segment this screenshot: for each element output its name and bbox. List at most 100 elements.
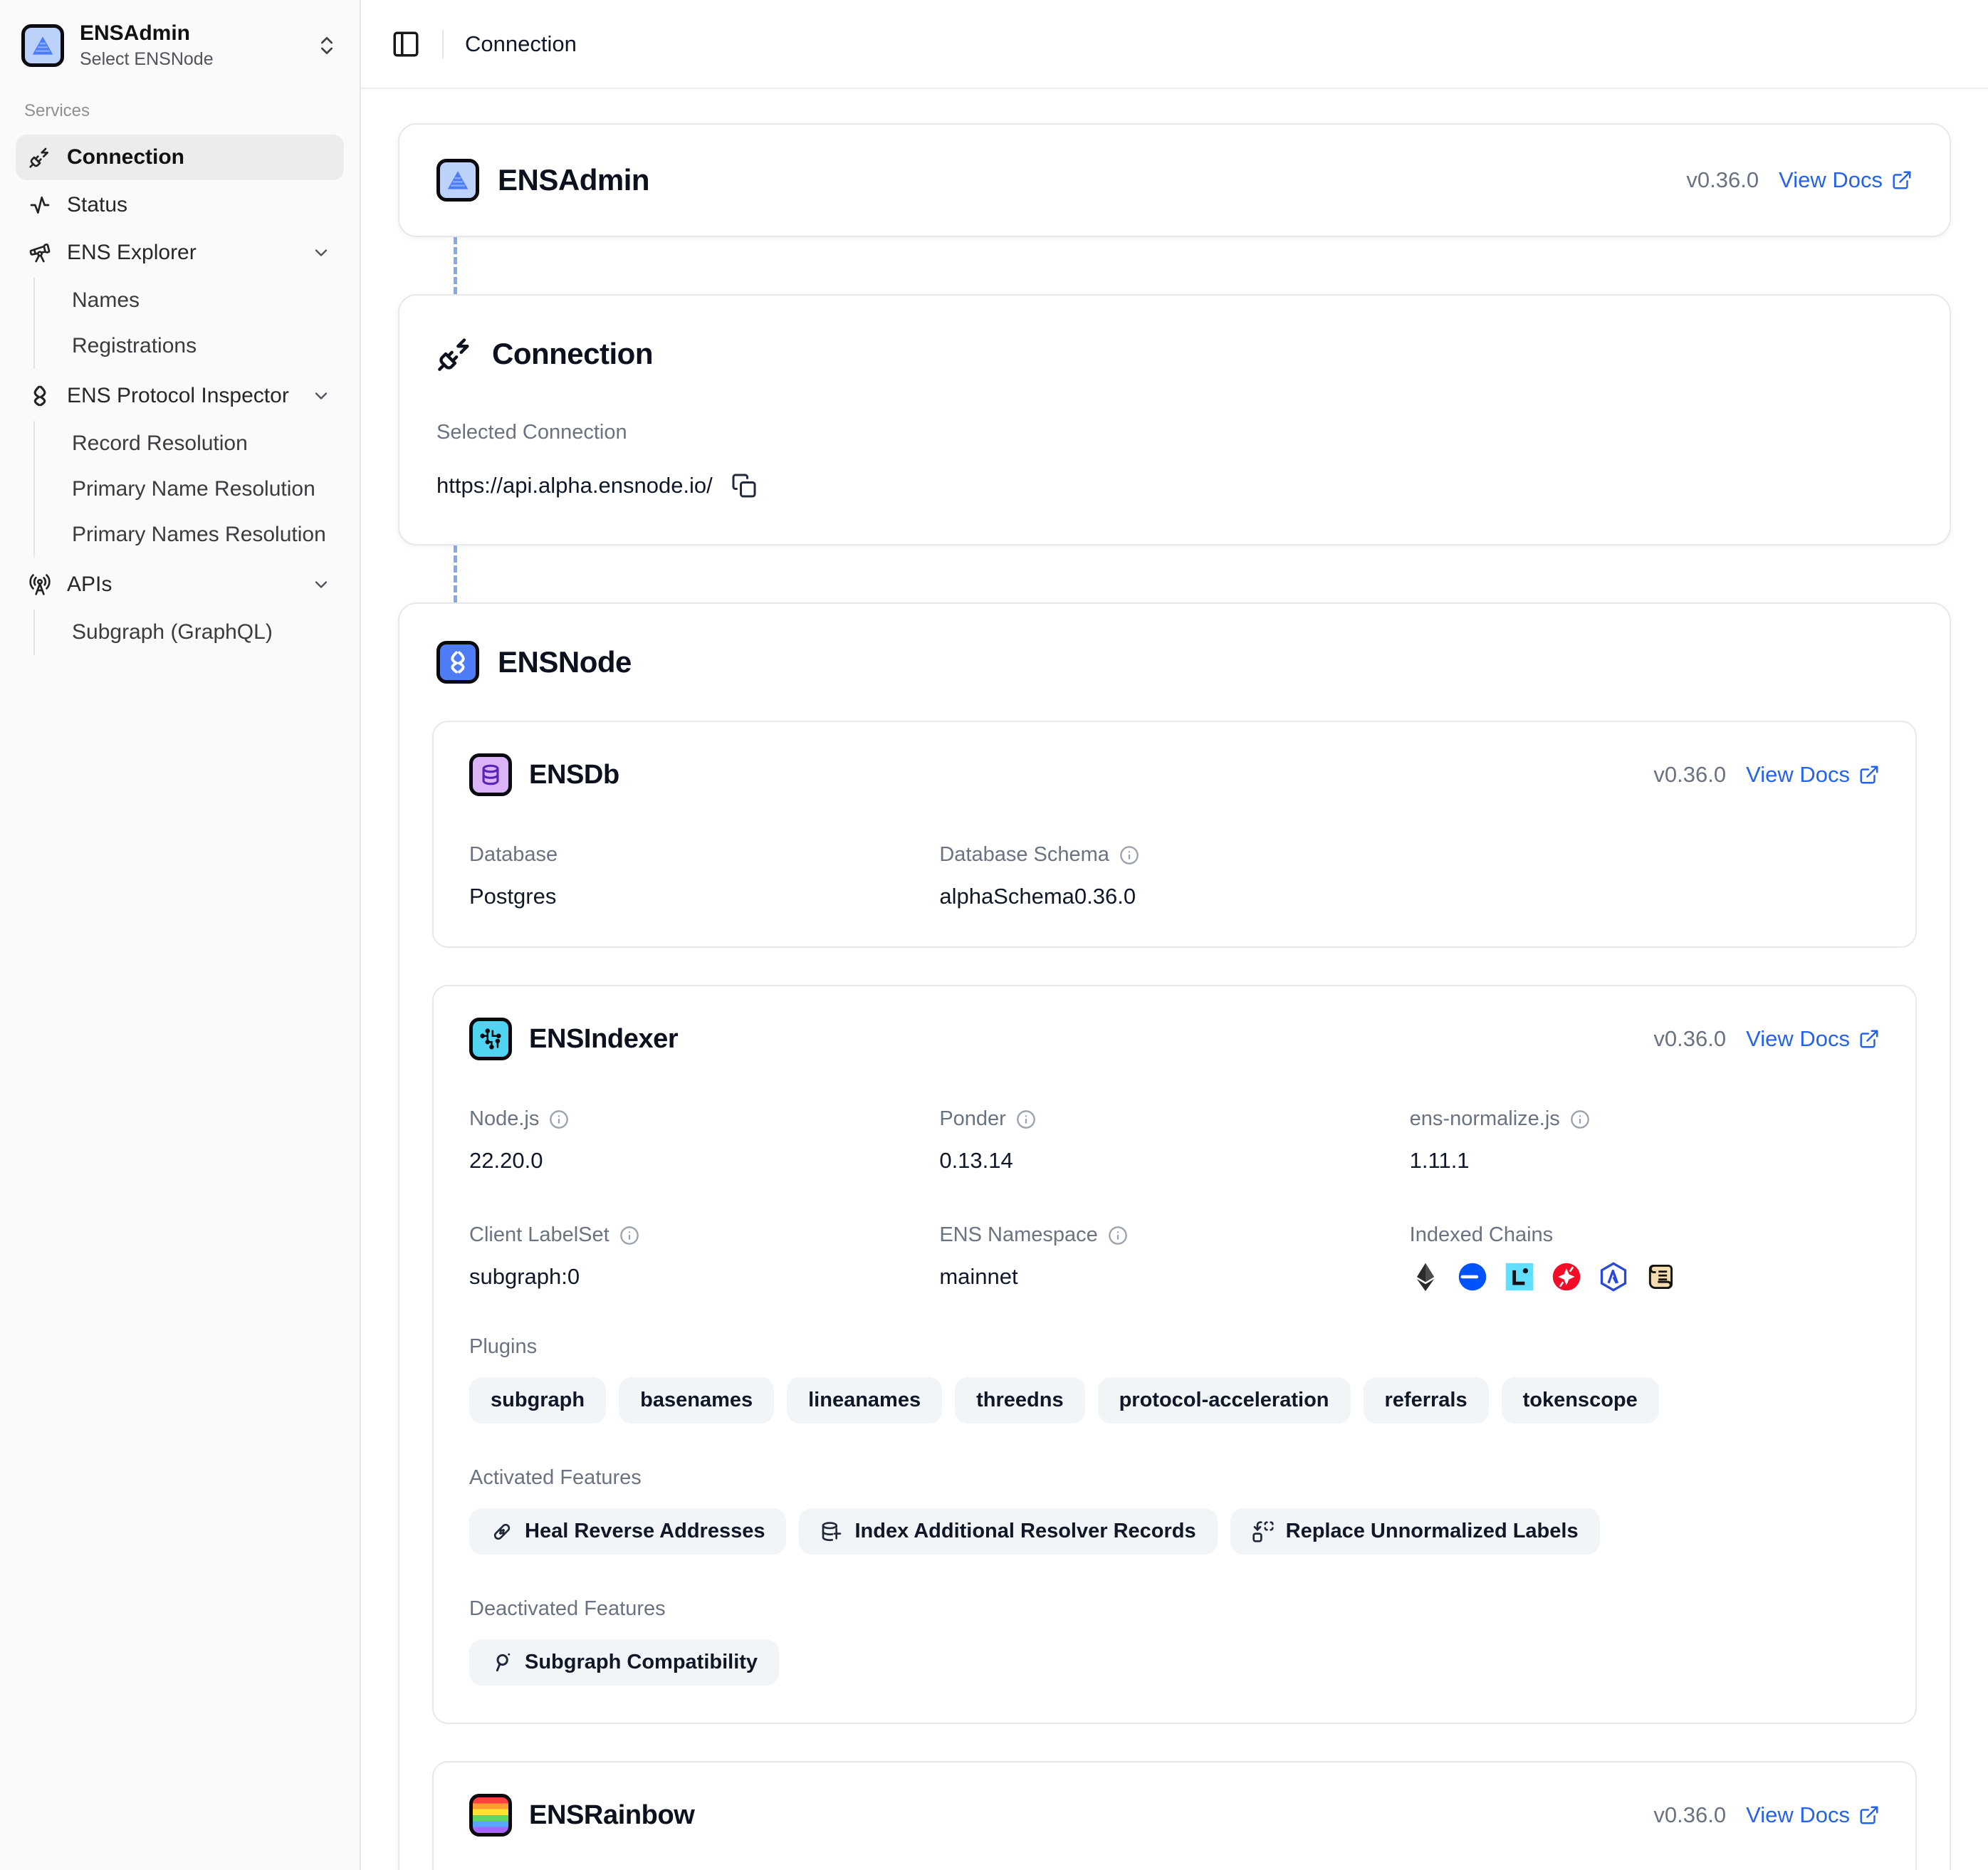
feature-pill: Replace Unnormalized Labels bbox=[1230, 1508, 1600, 1555]
plug-zap-icon bbox=[28, 146, 51, 169]
sidebar-item-status[interactable]: Status bbox=[16, 182, 344, 228]
sidebar-item-connection[interactable]: Connection bbox=[16, 135, 344, 180]
sidebar-item-names[interactable]: Names bbox=[62, 278, 344, 323]
ensdb-logo bbox=[469, 753, 512, 796]
sidebar-item-apis[interactable]: APIs bbox=[16, 562, 344, 607]
ensnode-card-title: ENSNode bbox=[498, 645, 632, 679]
field-label-text: Indexed Chains bbox=[1410, 1223, 1554, 1247]
sidebar-item-label: Status bbox=[67, 193, 127, 217]
plugin-pill: lineanames bbox=[787, 1377, 942, 1424]
radio-tower-icon bbox=[28, 573, 51, 596]
feature-label: Index Additional Resolver Records bbox=[854, 1520, 1196, 1543]
sidebar-section-services: Services bbox=[16, 91, 344, 132]
chain-linea-icon bbox=[1504, 1261, 1535, 1292]
chain-scroll-icon bbox=[1645, 1261, 1676, 1292]
deactivated-features-label: Deactivated Features bbox=[469, 1597, 1880, 1621]
sidebar-toggle-button[interactable] bbox=[391, 29, 421, 59]
plugins-label: Plugins bbox=[469, 1335, 1880, 1359]
feature-label: Subgraph Compatibility bbox=[525, 1651, 758, 1674]
sidebar-item-record-resolution[interactable]: Record Resolution bbox=[62, 421, 344, 466]
ensadmin-card-title: ENSAdmin bbox=[498, 163, 649, 197]
external-link-icon bbox=[1858, 1028, 1880, 1050]
ensadmin-view-docs-link[interactable]: View Docs bbox=[1779, 167, 1913, 193]
ensrainbow-card: ENSRainbow v0.36.0 View Docs bbox=[432, 1761, 1917, 1870]
sidebar-item-label: Primary Names Resolution bbox=[72, 523, 326, 547]
sidebar-item-primary-name-resolution[interactable]: Primary Name Resolution bbox=[62, 466, 344, 512]
ensdb-version: v0.36.0 bbox=[1653, 762, 1726, 788]
graph-icon bbox=[491, 1651, 513, 1674]
plugin-label: basenames bbox=[640, 1389, 753, 1412]
field-label-text: Node.js bbox=[469, 1107, 539, 1131]
ensnode-selector[interactable]: ENSAdmin Select ENSNode bbox=[16, 19, 344, 91]
plugin-pill: threedns bbox=[955, 1377, 1084, 1424]
app-root: ENSAdmin Select ENSNode Services Connect… bbox=[0, 0, 1988, 1870]
plugin-label: subgraph bbox=[491, 1389, 585, 1412]
ensindexer-logo bbox=[469, 1018, 512, 1060]
app-subtitle: Select ENSNode bbox=[80, 49, 300, 70]
activated-features-label: Activated Features bbox=[469, 1466, 1880, 1490]
plug-zap-icon bbox=[436, 335, 474, 372]
connection-card-title: Connection bbox=[492, 337, 653, 371]
sidebar-item-label: ENS Explorer bbox=[67, 241, 197, 265]
sidebar-item-ens-explorer[interactable]: ENS Explorer bbox=[16, 230, 344, 276]
sidebar-item-primary-names-resolution[interactable]: Primary Names Resolution bbox=[62, 512, 344, 558]
client-labelset-value: subgraph:0 bbox=[469, 1264, 939, 1290]
field-database-schema: Database Schema alphaSchema0.36.0 bbox=[939, 843, 1409, 909]
plugin-pill: subgraph bbox=[469, 1377, 606, 1424]
connection-url: https://api.alpha.ensnode.io/ bbox=[436, 473, 713, 498]
ensindexer-card: ENSIndexer v0.36.0 View Docs bbox=[432, 985, 1917, 1724]
card-connector-line bbox=[454, 237, 457, 294]
sidebar-sublist-protocol-inspector: Record Resolution Primary Name Resolutio… bbox=[33, 421, 344, 558]
field-client-labelset: Client LabelSet subgraph:0 bbox=[469, 1223, 939, 1292]
info-icon[interactable] bbox=[619, 1226, 639, 1245]
feature-pill: Subgraph Compatibility bbox=[469, 1639, 779, 1686]
field-indexed-chains: Indexed Chains bbox=[1410, 1223, 1880, 1292]
plugin-label: lineanames bbox=[808, 1389, 921, 1412]
chevron-down-icon bbox=[311, 243, 331, 263]
field-ens-namespace: ENS Namespace mainnet bbox=[939, 1223, 1409, 1292]
ensnode-logo bbox=[436, 641, 479, 684]
activated-features-list: Heal Reverse Addresses Index Additional … bbox=[469, 1508, 1880, 1555]
sidebar-item-registrations[interactable]: Registrations bbox=[62, 323, 344, 369]
ensrainbow-view-docs-link[interactable]: View Docs bbox=[1746, 1802, 1880, 1828]
info-icon[interactable] bbox=[1119, 845, 1139, 865]
copy-url-button[interactable] bbox=[731, 473, 757, 498]
connection-card: Connection Selected Connection https://a… bbox=[398, 294, 1951, 545]
ensadmin-logo bbox=[21, 24, 64, 67]
database-plus-icon bbox=[820, 1520, 843, 1543]
sidebar-item-label: ENS Protocol Inspector bbox=[67, 384, 289, 408]
ensrainbow-version: v0.36.0 bbox=[1653, 1802, 1726, 1828]
view-docs-label: View Docs bbox=[1746, 1802, 1850, 1828]
ensadmin-version: v0.36.0 bbox=[1686, 167, 1759, 193]
info-icon[interactable] bbox=[549, 1109, 569, 1129]
plugin-pill: referrals bbox=[1364, 1377, 1489, 1424]
activity-icon bbox=[28, 194, 51, 216]
feature-pill: Index Additional Resolver Records bbox=[799, 1508, 1217, 1555]
external-link-icon bbox=[1858, 1804, 1880, 1826]
info-icon[interactable] bbox=[1108, 1226, 1128, 1245]
chain-ethereum-icon bbox=[1410, 1261, 1441, 1292]
info-icon[interactable] bbox=[1016, 1109, 1036, 1129]
topbar: Connection bbox=[361, 0, 1988, 89]
ensdb-view-docs-link[interactable]: View Docs bbox=[1746, 762, 1880, 788]
ensrainbow-logo bbox=[469, 1794, 512, 1837]
main-area: Connection ENSAdmin v0.36.0 View Docs bbox=[361, 0, 1988, 1870]
sidebar-item-ens-protocol-inspector[interactable]: ENS Protocol Inspector bbox=[16, 373, 344, 419]
sidebar-item-label: Names bbox=[72, 288, 140, 313]
ensadmin-card: ENSAdmin v0.36.0 View Docs bbox=[398, 123, 1951, 237]
ensindexer-card-title: ENSIndexer bbox=[529, 1024, 678, 1055]
ensadmin-logo bbox=[436, 159, 479, 202]
ponder-value: 0.13.14 bbox=[939, 1148, 1409, 1174]
info-icon[interactable] bbox=[1570, 1109, 1590, 1129]
deactivated-features-list: Subgraph Compatibility bbox=[469, 1639, 1880, 1686]
app-title: ENSAdmin bbox=[80, 21, 300, 46]
feature-label: Replace Unnormalized Labels bbox=[1286, 1520, 1579, 1543]
chevron-down-icon bbox=[311, 575, 331, 595]
ensindexer-view-docs-link[interactable]: View Docs bbox=[1746, 1026, 1880, 1052]
sidebar-item-subgraph-graphql[interactable]: Subgraph (GraphQL) bbox=[62, 610, 344, 655]
database-value: Postgres bbox=[469, 884, 939, 909]
chain-base-icon bbox=[1457, 1261, 1488, 1292]
field-nodejs: Node.js 22.20.0 bbox=[469, 1107, 939, 1174]
chain-arbitrum-icon bbox=[1598, 1261, 1629, 1292]
chain-threedns-icon bbox=[1551, 1261, 1582, 1292]
